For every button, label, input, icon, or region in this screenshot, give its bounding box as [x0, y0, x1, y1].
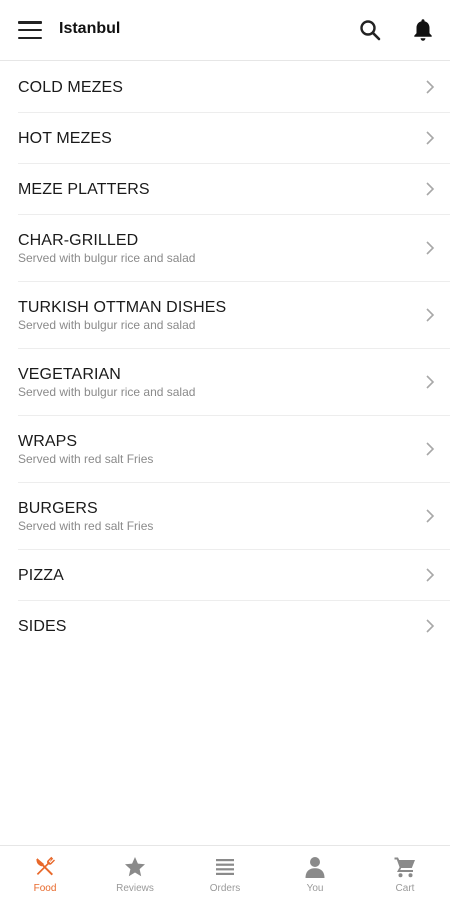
category-subtitle: Served with red salt Fries [18, 519, 154, 533]
search-icon[interactable] [358, 18, 382, 42]
bottom-navigation: Food Reviews Orders You Cart [0, 845, 450, 900]
category-list: COLD MEZES HOT MEZES MEZE PLATTERS CHAR-… [0, 62, 450, 652]
nav-label: Reviews [116, 883, 154, 894]
category-subtitle: Served with red salt Fries [18, 452, 154, 466]
category-label: MEZE PLATTERS [18, 181, 150, 198]
chevron-right-icon [426, 79, 435, 94]
chevron-right-icon [426, 307, 435, 322]
hamburger-menu-icon[interactable] [18, 21, 42, 39]
cart-icon [394, 857, 415, 878]
category-item-meze-platters[interactable]: MEZE PLATTERS [0, 164, 450, 215]
category-item-wraps[interactable]: WRAPS Served with red salt Fries [0, 416, 450, 483]
category-label: SIDES [18, 618, 67, 635]
category-item-pizza[interactable]: PIZZA [0, 550, 450, 601]
chevron-right-icon [426, 240, 435, 255]
category-item-char-grilled[interactable]: CHAR-GRILLED Served with bulgur rice and… [0, 215, 450, 282]
nav-you[interactable]: You [270, 846, 360, 900]
nav-label: Orders [209, 883, 241, 894]
category-label: TURKISH OTTMAN DISHES [18, 299, 227, 316]
nav-orders[interactable]: Orders [180, 846, 270, 900]
chevron-right-icon [426, 508, 435, 523]
category-item-burgers[interactable]: BURGERS Served with red salt Fries [0, 483, 450, 550]
category-item-cold-mezes[interactable]: COLD MEZES [0, 62, 450, 113]
nav-cart[interactable]: Cart [360, 846, 450, 900]
chevron-right-icon [426, 567, 435, 582]
chevron-right-icon [426, 618, 435, 633]
category-subtitle: Served with bulgur rice and salad [18, 251, 196, 265]
category-label: CHAR-GRILLED [18, 232, 139, 249]
nav-label: Cart [395, 883, 415, 894]
chevron-right-icon [426, 441, 435, 456]
fork-knife-icon [36, 856, 55, 876]
app-screen: Istanbul COLD MEZES HOT MEZES MEZE PLATT… [0, 0, 450, 900]
category-subtitle: Served with bulgur rice and salad [18, 385, 196, 399]
nav-reviews[interactable]: Reviews [90, 846, 180, 900]
nav-food[interactable]: Food [0, 846, 90, 900]
category-label: WRAPS [18, 433, 78, 450]
list-icon [216, 859, 234, 875]
star-icon [125, 857, 145, 877]
category-item-vegetarian[interactable]: VEGETARIAN Served with bulgur rice and s… [0, 349, 450, 416]
person-icon [305, 857, 325, 878]
category-label: VEGETARIAN [18, 366, 121, 383]
category-subtitle: Served with bulgur rice and salad [18, 318, 196, 332]
category-label: PIZZA [18, 567, 64, 584]
nav-label: You [306, 883, 324, 894]
top-app-bar: Istanbul [0, 0, 450, 61]
chevron-right-icon [426, 130, 435, 145]
category-label: COLD MEZES [18, 79, 124, 96]
category-item-turkish-ottman-dishes[interactable]: TURKISH OTTMAN DISHES Served with bulgur… [0, 282, 450, 349]
nav-label: Food [33, 883, 57, 894]
page-title: Istanbul [59, 20, 121, 37]
category-item-hot-mezes[interactable]: HOT MEZES [0, 113, 450, 164]
category-label: HOT MEZES [18, 130, 112, 147]
chevron-right-icon [426, 374, 435, 389]
chevron-right-icon [426, 181, 435, 196]
bell-icon[interactable] [411, 17, 435, 43]
category-label: BURGERS [18, 500, 98, 517]
category-item-sides[interactable]: SIDES [0, 601, 450, 652]
